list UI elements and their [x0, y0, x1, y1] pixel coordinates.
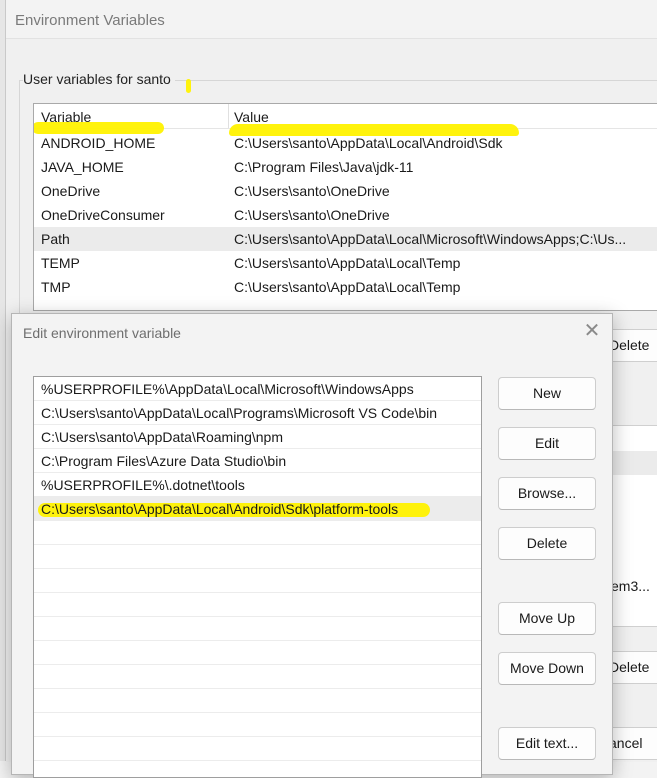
table-row[interactable]: OneDrive C:\Users\santo\OneDrive	[34, 179, 657, 203]
close-icon[interactable]: ✕	[580, 320, 604, 344]
list-item[interactable]: C:\Program Files\Azure Data Studio\bin	[34, 449, 481, 473]
path-entries-list[interactable]: %USERPROFILE%\AppData\Local\Microsoft\Wi…	[33, 376, 482, 778]
column-header-value[interactable]: Value	[234, 109, 269, 125]
move-down-button[interactable]: Move Down	[498, 652, 596, 685]
edit-environment-variable-dialog: Edit environment variable ✕ %USERPROFILE…	[11, 313, 613, 778]
edit-text-button[interactable]: Edit text...	[498, 727, 596, 760]
table-row-selected[interactable]: Path C:\Users\santo\AppData\Local\Micros…	[34, 227, 657, 251]
user-variables-label: User variables for santo	[23, 71, 175, 87]
list-item[interactable]: C:\Users\santo\AppData\Local\Programs\Mi…	[34, 401, 481, 425]
table-row[interactable]: JAVA_HOME C:\Program Files\Java\jdk-11	[34, 155, 657, 179]
column-separator[interactable]	[228, 104, 229, 128]
list-item-empty[interactable]	[34, 737, 481, 761]
system-value-fragment: em3...	[611, 578, 650, 594]
window-title: Environment Variables	[15, 12, 165, 29]
edit-button[interactable]: Edit	[498, 427, 596, 460]
list-item-empty[interactable]	[34, 521, 481, 545]
list-item-empty[interactable]	[34, 617, 481, 641]
browse-button[interactable]: Browse...	[498, 477, 596, 510]
list-item-empty[interactable]	[34, 713, 481, 737]
table-row[interactable]: ANDROID_HOME C:\Users\santo\AppData\Loca…	[34, 131, 657, 155]
list-item-selected[interactable]: C:\Users\santo\AppData\Local\Android\Sdk…	[34, 497, 481, 521]
list-item-empty[interactable]	[34, 689, 481, 713]
list-item-empty[interactable]	[34, 641, 481, 665]
user-variables-table[interactable]: Variable Value ANDROID_HOME C:\Users\san…	[33, 103, 657, 311]
list-item-empty[interactable]	[34, 593, 481, 617]
move-up-button[interactable]: Move Up	[498, 602, 596, 635]
table-row[interactable]: TEMP C:\Users\santo\AppData\Local\Temp	[34, 251, 657, 275]
list-item-empty[interactable]	[34, 665, 481, 689]
list-item[interactable]: %USERPROFILE%\.dotnet\tools	[34, 473, 481, 497]
list-item[interactable]: C:\Users\santo\AppData\Roaming\npm	[34, 425, 481, 449]
list-item-empty[interactable]	[34, 545, 481, 569]
dialog-title: Edit environment variable	[23, 325, 181, 341]
delete-button[interactable]: Delete	[498, 527, 596, 560]
table-row[interactable]: TMP C:\Users\santo\AppData\Local\Temp	[34, 275, 657, 299]
table-row[interactable]: OneDriveConsumer C:\Users\santo\OneDrive	[34, 203, 657, 227]
new-button[interactable]: New	[498, 377, 596, 410]
highlighter-mark	[186, 79, 191, 93]
list-item-empty[interactable]	[34, 569, 481, 593]
list-item[interactable]: %USERPROFILE%\AppData\Local\Microsoft\Wi…	[34, 377, 481, 401]
